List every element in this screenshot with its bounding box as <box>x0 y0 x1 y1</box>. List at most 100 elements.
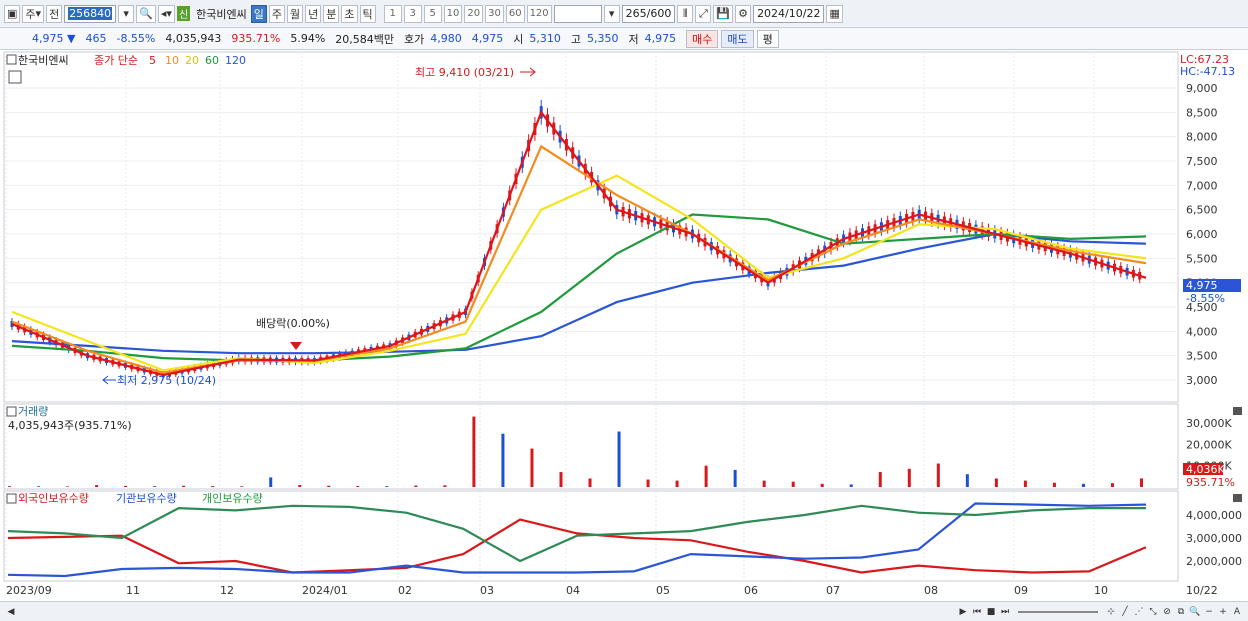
price-tick-label: 3,000 <box>1186 374 1218 387</box>
crosshair-icon[interactable]: ⊹ <box>1104 605 1118 619</box>
calculator-icon[interactable] <box>8 70 22 84</box>
volume-bar <box>211 486 215 487</box>
x-tick-label: 03 <box>480 584 494 597</box>
holdings-tick-label: 2,000,000 <box>1186 555 1242 568</box>
inst-label: 기관보유수량 <box>116 492 177 505</box>
holdings-close-icon[interactable] <box>1233 494 1242 502</box>
holdings-y-axis: 4,000,000 3,000,000 2,000,000 <box>1186 509 1242 568</box>
scroll-right-icon[interactable]: ▶ <box>956 605 970 619</box>
volume-bar <box>646 479 650 487</box>
volume-bar <box>588 478 592 487</box>
volume-bar <box>1110 483 1114 487</box>
volume-bar <box>762 480 766 487</box>
holdings-tick-label: 4,000,000 <box>1186 509 1242 522</box>
x-tick-label: 08 <box>924 584 938 597</box>
volume-bar <box>472 416 476 487</box>
volume-bar <box>1052 482 1056 487</box>
price-tick-label: 4,000 <box>1186 325 1218 338</box>
low-note: 최저 2,975 (10/24) <box>117 374 216 387</box>
volume-bar <box>878 472 882 487</box>
price-tick-label: 5,500 <box>1186 252 1218 265</box>
volume-tick-label: 20,000K <box>1186 438 1232 451</box>
price-tick-label: 6,500 <box>1186 204 1218 217</box>
zoom-slider[interactable] <box>1018 610 1098 613</box>
price-tick-label: 7,000 <box>1186 179 1218 192</box>
volume-tick-label: 30,000K <box>1186 417 1232 430</box>
volume-bar <box>356 485 360 487</box>
volume-bar <box>704 465 708 487</box>
rewind-icon[interactable]: ⏮ <box>970 605 984 619</box>
volume-bar <box>8 486 11 487</box>
price-tick-label: 3,500 <box>1186 350 1218 363</box>
zoom-in-icon[interactable]: + <box>1216 605 1230 619</box>
volume-bar <box>733 469 737 487</box>
holdings-tick-label: 3,000,000 <box>1186 532 1242 545</box>
stop-icon[interactable]: ■ <box>984 605 998 619</box>
stock-chart[interactable]: 9,000 8,500 8,000 7,500 7,000 6,500 6,000 5,500… <box>0 0 1248 601</box>
x-tick-label: 2024/01 <box>302 584 348 597</box>
volume-bar <box>95 485 99 487</box>
pattern-tool-icon[interactable]: ⋰ <box>1132 605 1146 619</box>
volume-bar <box>385 486 389 487</box>
x-tick-label: 2023/09 <box>6 584 52 597</box>
ma-label: 종가 단순 <box>94 54 138 67</box>
volume-bar <box>240 486 244 487</box>
font-icon[interactable]: A <box>1230 605 1244 619</box>
link-icon[interactable]: ⊘ <box>1160 605 1174 619</box>
x-tick-label: 06 <box>744 584 758 597</box>
volume-bar <box>559 472 563 487</box>
zoom-out-icon[interactable]: − <box>1202 605 1216 619</box>
line-tool-icon[interactable]: ╱ <box>1118 605 1132 619</box>
scroll-left-icon[interactable]: ◀ <box>4 605 18 619</box>
price-tick-label: 8,500 <box>1186 106 1218 119</box>
volume-bar <box>965 474 969 487</box>
volume-bar <box>1081 483 1085 487</box>
magnify-icon[interactable]: 🔍 <box>1188 605 1202 619</box>
x-tick-label: 02 <box>398 584 412 597</box>
volume-bar <box>820 483 824 487</box>
bottom-bar: ◀ ▶ ⏮ ■ ⏭ ⊹ ╱ ⋰ ⤡ ⊘ ⧉ 🔍 − + A <box>0 601 1248 621</box>
volume-bar <box>936 463 940 487</box>
indiv-label: 개인보유수량 <box>202 492 263 505</box>
price-y-axis: 9,000 8,500 8,000 7,500 7,000 6,500 6,000 5,500… <box>1186 82 1218 387</box>
last-price: 4,975 <box>1186 279 1218 292</box>
last-volume-ratio: 935.71% <box>1186 476 1235 489</box>
x-axis: 2023/09 11 12 2024/01 02 03 04 05 06 07 08 09 10 <box>6 584 1108 597</box>
ma60-label: 60 <box>205 54 219 67</box>
volume-bar <box>907 468 911 487</box>
foreign-label: 외국인보유수량 <box>18 492 89 505</box>
measure-tool-icon[interactable]: ⤡ <box>1146 605 1160 619</box>
price-tick-label: 7,500 <box>1186 155 1218 168</box>
high-note: 최고 9,410 (03/21) <box>415 66 514 79</box>
last-volume: 4,036K <box>1186 463 1225 476</box>
volume-panel-frame <box>3 403 1179 490</box>
ma120-label: 120 <box>225 54 246 67</box>
volume-bar <box>1023 480 1027 487</box>
ma10-label: 10 <box>165 54 179 67</box>
price-tick-label: 9,000 <box>1186 82 1218 95</box>
volume-value-text: 4,035,943주(935.71%) <box>8 419 132 432</box>
ma20-label: 20 <box>185 54 199 67</box>
price-panel-frame <box>3 51 1179 403</box>
copy-icon[interactable]: ⧉ <box>1174 605 1188 619</box>
volume-bar <box>849 484 853 487</box>
forward-icon[interactable]: ⏭ <box>998 605 1012 619</box>
price-panel-stock-name: 한국비엔씨 <box>18 54 69 67</box>
x-tick-label: 04 <box>566 584 580 597</box>
volume-bar <box>791 481 795 487</box>
volume-title: 거래량 <box>18 405 48 418</box>
volume-bar <box>530 448 534 487</box>
volume-bar <box>298 485 302 487</box>
x-tick-label: 12 <box>220 584 234 597</box>
volume-bar <box>1140 478 1143 487</box>
volume-bar <box>994 478 998 487</box>
price-tick-label: 8,000 <box>1186 131 1218 144</box>
x-tick-label: 07 <box>826 584 840 597</box>
volume-bar <box>443 485 447 487</box>
volume-bar <box>675 480 679 487</box>
volume-close-icon[interactable] <box>1233 407 1242 415</box>
x-tick-label: 05 <box>656 584 670 597</box>
volume-bar <box>501 433 505 487</box>
volume-bar <box>66 486 70 487</box>
volume-bar <box>124 485 128 487</box>
